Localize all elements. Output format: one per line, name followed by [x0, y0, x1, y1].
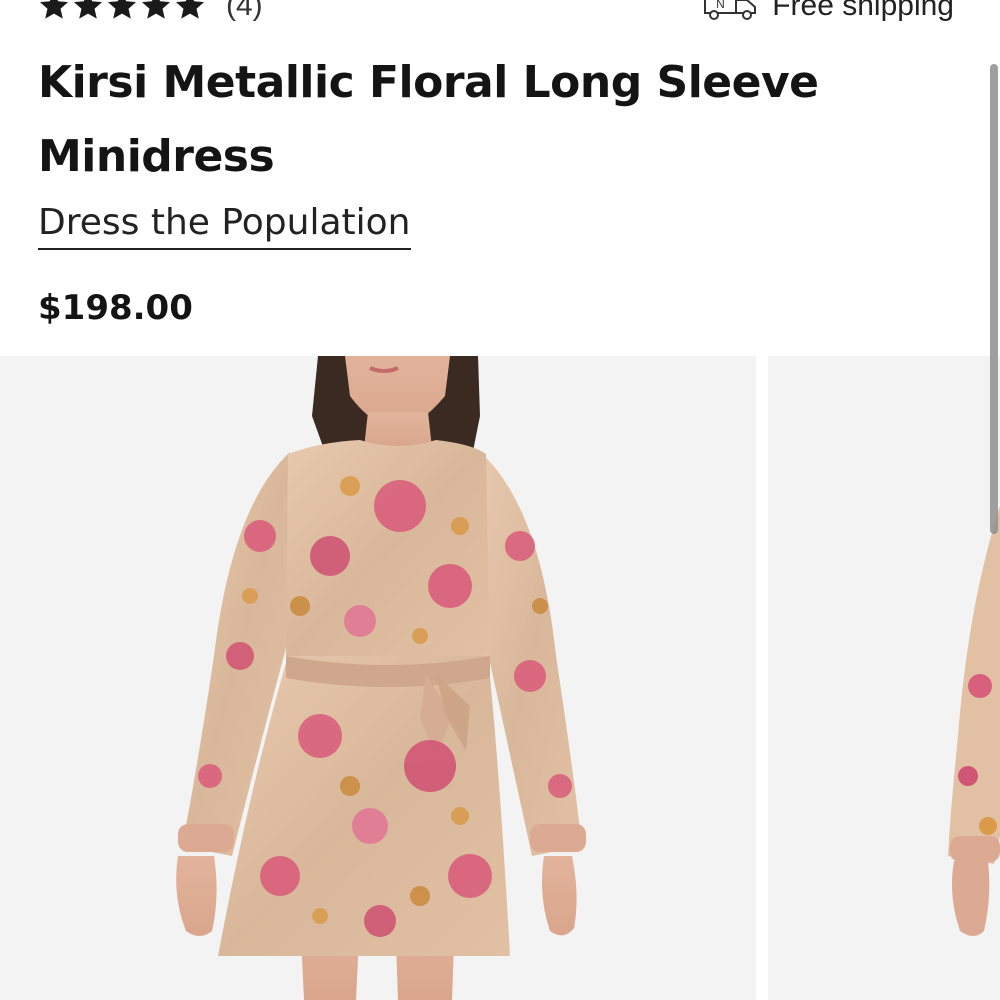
- scrollbar[interactable]: [990, 64, 998, 534]
- delivery-truck-icon: N: [702, 0, 760, 21]
- product-price: $198.00: [38, 288, 193, 328]
- dress-model-illustration: [0, 356, 756, 1000]
- star-icon: [106, 0, 138, 22]
- star-rating: [38, 0, 206, 22]
- product-image[interactable]: [0, 356, 756, 1000]
- product-image-carousel[interactable]: [0, 356, 1000, 1000]
- star-icon: [174, 0, 206, 22]
- svg-text:N: N: [716, 0, 725, 11]
- star-icon: [38, 0, 70, 22]
- product-title: Kirsi Metallic Floral Long Sleeve Minidr…: [38, 57, 819, 182]
- product-image-next[interactable]: [768, 356, 1000, 1000]
- dress-model-alt-illustration: [768, 356, 1000, 1000]
- shipping-info: N Free shipping: [702, 0, 954, 26]
- rating-row[interactable]: (4): [38, 0, 263, 26]
- product-page: (4) N Free shipping Kirsi Metallic Flora…: [0, 0, 1000, 1000]
- review-count[interactable]: (4): [226, 0, 263, 23]
- brand-link[interactable]: Dress the Population: [38, 198, 411, 250]
- star-icon: [140, 0, 172, 22]
- star-icon: [72, 0, 104, 22]
- free-shipping-label: Free shipping: [772, 0, 954, 22]
